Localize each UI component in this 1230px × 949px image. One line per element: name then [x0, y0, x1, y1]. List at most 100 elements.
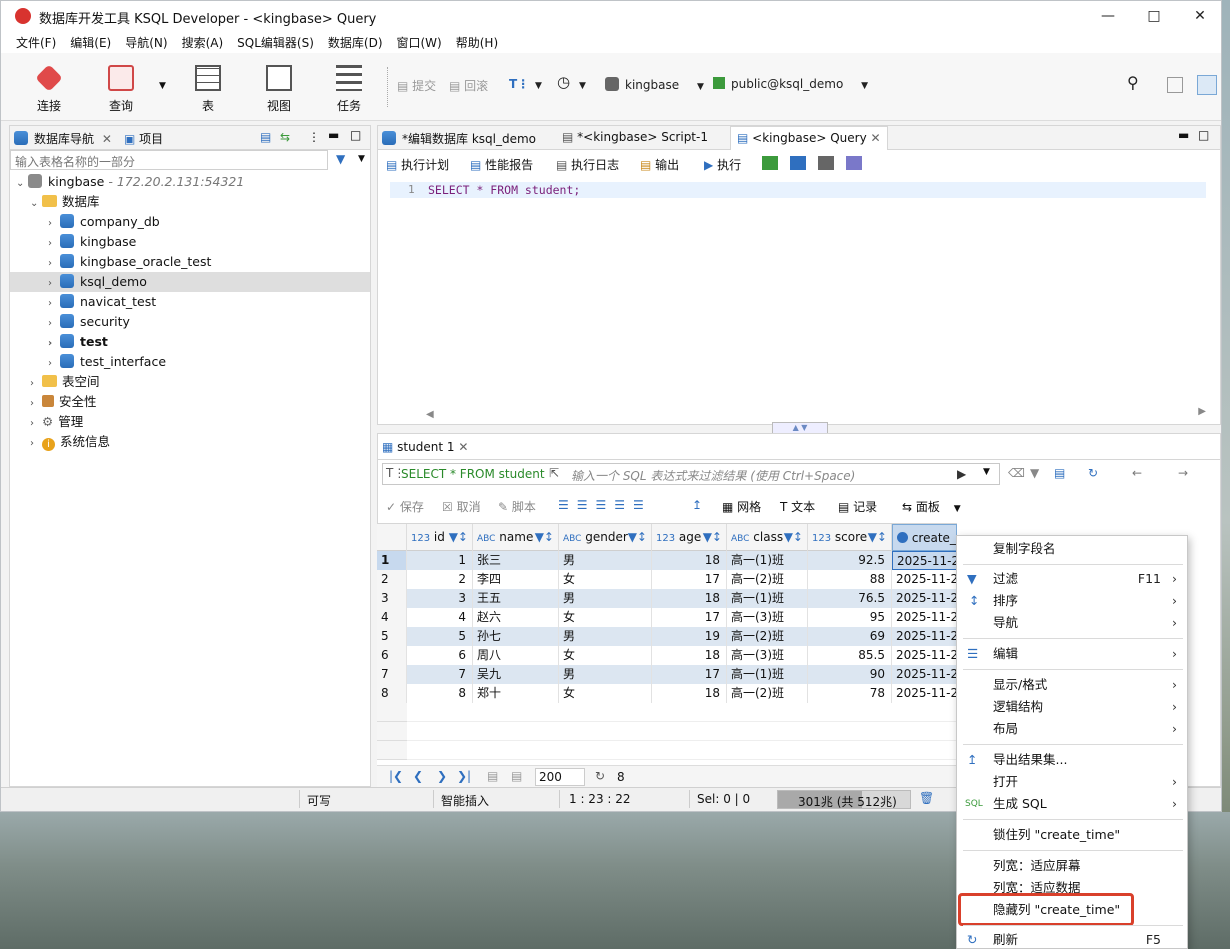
- row-number[interactable]: 3: [377, 589, 407, 608]
- minimize-panel-icon[interactable]: ▬: [328, 128, 339, 142]
- chevron-right-icon[interactable]: ›: [48, 354, 60, 374]
- menu-display-format[interactable]: 显示/格式 ›: [957, 674, 1189, 696]
- table-cell[interactable]: 2: [407, 570, 473, 589]
- table-cell[interactable]: 女: [559, 646, 652, 665]
- menu-search[interactable]: 搜索(A): [175, 31, 231, 53]
- rollback-button[interactable]: ▤ 回滚: [449, 77, 488, 94]
- sort-filter-icon[interactable]: ▼↕: [703, 530, 722, 544]
- tab-project[interactable]: ▣ 项目: [124, 130, 163, 147]
- history-forward-icon[interactable]: →: [1178, 466, 1188, 480]
- table-row[interactable]: 77吴九男17高一(1)班902025-11-27: [377, 665, 957, 684]
- menu-sql-editor[interactable]: SQL编辑器(S): [230, 31, 321, 53]
- table-cell[interactable]: 王五: [473, 589, 559, 608]
- scroll-right-icon[interactable]: ▶: [1198, 406, 1206, 417]
- memory-indicator[interactable]: 301兆 (共 512兆): [777, 790, 911, 809]
- history-back-icon[interactable]: ←: [1132, 466, 1142, 480]
- table-filter-input[interactable]: 输入表格名称的一部分: [10, 150, 328, 170]
- tab-script-1[interactable]: ▤ *<kingbase> Script-1: [562, 130, 708, 144]
- table-cell[interactable]: 85.5: [808, 646, 892, 665]
- table-cell[interactable]: 郑十: [473, 684, 559, 703]
- table-row[interactable]: 55孙七男19高一(2)班692025-11-27: [377, 627, 957, 646]
- table-cell[interactable]: 2025-11-27: [892, 684, 957, 703]
- menu-layout[interactable]: 布局 ›: [957, 718, 1189, 740]
- query-dropdown-icon[interactable]: ▼: [159, 81, 166, 91]
- tree-database-navicat-test[interactable]: › navicat_test: [10, 292, 370, 312]
- table-cell[interactable]: 高一(1)班: [727, 551, 808, 570]
- sort-filter-icon[interactable]: ▼↕: [628, 530, 647, 544]
- menu-database[interactable]: 数据库(D): [321, 31, 390, 53]
- maximize-button[interactable]: □: [1131, 1, 1177, 31]
- chevron-right-icon[interactable]: ›: [30, 434, 42, 454]
- menu-pin-column[interactable]: 锁住列 "create_time": [957, 824, 1189, 846]
- refresh-count-icon[interactable]: ↻: [595, 769, 605, 783]
- query-button[interactable]: 查询: [91, 61, 151, 117]
- link-editor-icon[interactable]: ⇆: [280, 130, 290, 144]
- chevron-down-icon[interactable]: ⌄: [30, 194, 42, 214]
- column-header-age[interactable]: 123 age ▼↕: [652, 524, 727, 551]
- tree-database-kingbase[interactable]: › kingbase: [10, 232, 370, 252]
- sort-filter-icon[interactable]: ▼↕: [784, 530, 803, 544]
- last-page-icon[interactable]: ❯|: [457, 769, 471, 783]
- table-cell[interactable]: 19: [652, 627, 727, 646]
- text-view-button[interactable]: T 文本: [780, 498, 815, 515]
- maximize-editor-icon[interactable]: □: [1198, 128, 1209, 142]
- menu-sort[interactable]: ↕ 排序 ›: [957, 590, 1189, 612]
- explain-icon[interactable]: [818, 156, 834, 170]
- collapse-all-icon[interactable]: ▤: [260, 130, 271, 144]
- results-filter-input[interactable]: 输入一个 SQL 表达式来过滤结果 (使用 Ctrl+Space): [571, 467, 855, 484]
- tree-management[interactable]: › ⚙ 管理: [10, 412, 370, 432]
- menu-copy-column-name[interactable]: 复制字段名: [957, 538, 1189, 560]
- table-cell[interactable]: 17: [652, 665, 727, 684]
- menu-navigate[interactable]: 导航(N): [118, 31, 174, 53]
- table-cell[interactable]: 92.5: [808, 551, 892, 570]
- panels-button[interactable]: ⇆ 面板 ▼: [902, 498, 961, 515]
- maximize-panel-icon[interactable]: □: [350, 128, 361, 142]
- editor-horizontal-scrollbar[interactable]: ◀ ▶: [426, 406, 1206, 420]
- chevron-right-icon[interactable]: ›: [30, 414, 42, 434]
- minimize-button[interactable]: —: [1085, 1, 1131, 31]
- table-cell[interactable]: 男: [559, 665, 652, 684]
- menu-help[interactable]: 帮助(H): [449, 31, 505, 53]
- column-header-id[interactable]: 123 id ▼↕: [407, 524, 473, 551]
- chevron-right-icon[interactable]: ›: [48, 334, 60, 354]
- table-cell[interactable]: 男: [559, 589, 652, 608]
- format-icon[interactable]: [846, 156, 862, 170]
- erase-filter-icon[interactable]: ⌫: [1008, 466, 1025, 480]
- table-cell[interactable]: 5: [407, 627, 473, 646]
- prev-page-icon[interactable]: ❮: [413, 769, 423, 783]
- column-header-name[interactable]: ABC name ▼↕: [473, 524, 559, 551]
- table-row[interactable]: 33王五男18高一(1)班76.52025-11-27: [377, 589, 957, 608]
- history-dropdown-icon[interactable]: ▼: [579, 81, 586, 91]
- execute-new-tab-icon[interactable]: [762, 156, 778, 170]
- table-cell[interactable]: 高一(3)班: [727, 646, 808, 665]
- first-page-icon[interactable]: |❮: [389, 769, 403, 783]
- transaction-mode-icon[interactable]: T⋮: [509, 77, 529, 91]
- sort-filter-icon[interactable]: ▼↕: [535, 530, 554, 544]
- tree-database-test[interactable]: › test: [10, 332, 370, 352]
- table-cell[interactable]: 张三: [473, 551, 559, 570]
- tree-tablespaces[interactable]: › 表空间: [10, 372, 370, 392]
- execute-script-icon[interactable]: [790, 156, 806, 170]
- column-header-score[interactable]: 123 score ▼↕: [808, 524, 892, 551]
- table-cell[interactable]: 李四: [473, 570, 559, 589]
- table-cell[interactable]: 88: [808, 570, 892, 589]
- tree-system-info[interactable]: › i 系统信息: [10, 432, 370, 452]
- column-header-gender[interactable]: ABC gender ▼↕: [559, 524, 652, 551]
- scroll-left-icon[interactable]: ◀: [426, 409, 434, 420]
- table-row[interactable]: 22李四女17高一(2)班882025-11-27: [377, 570, 957, 589]
- table-cell[interactable]: 95: [808, 608, 892, 627]
- close-tab-icon[interactable]: ✕: [871, 131, 881, 145]
- menu-file[interactable]: 文件(F): [9, 31, 63, 53]
- view-button[interactable]: 视图: [249, 61, 309, 117]
- edit-row-icons[interactable]: ☰☰☰☰☰: [558, 498, 652, 512]
- table-cell[interactable]: 男: [559, 551, 652, 570]
- table-cell[interactable]: 周八: [473, 646, 559, 665]
- table-cell[interactable]: 1: [407, 551, 473, 570]
- chevron-right-icon[interactable]: ›: [30, 374, 42, 394]
- close-button[interactable]: ✕: [1177, 1, 1221, 31]
- view-menu-icon[interactable]: ⋮: [308, 130, 320, 144]
- table-cell[interactable]: 7: [407, 665, 473, 684]
- table-cell[interactable]: 17: [652, 570, 727, 589]
- table-row[interactable]: 44赵六女17高一(3)班952025-11-27: [377, 608, 957, 627]
- table-row[interactable]: 88郑十女18高一(2)班782025-11-27: [377, 684, 957, 703]
